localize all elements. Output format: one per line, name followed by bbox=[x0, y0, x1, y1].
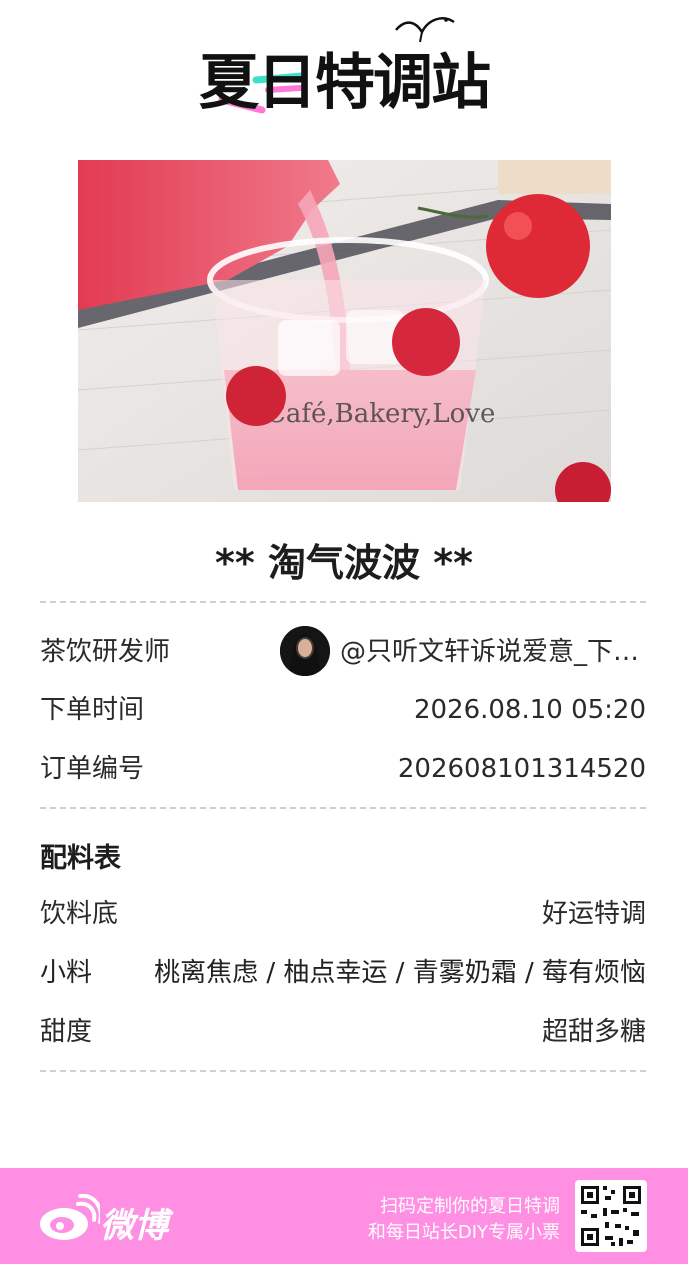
sweetness-row: 甜度 超甜多糖 bbox=[40, 1012, 646, 1052]
divider bbox=[40, 807, 646, 809]
order-number-row: 订单编号 202608101314520 bbox=[40, 749, 646, 789]
logo-title: 夏日特调站 bbox=[199, 48, 491, 118]
order-time-row: 下单时间 2026.08.10 05:20 bbox=[40, 690, 646, 730]
drink-title: ** 淘气波波 ** bbox=[215, 541, 473, 585]
divider bbox=[40, 601, 646, 603]
footer-tagline-line2: 和每日站长DIY专属小票 bbox=[367, 1222, 560, 1243]
logo-header: 夏日特调站 bbox=[0, 0, 688, 140]
weibo-logo-icon[interactable] bbox=[38, 1194, 100, 1242]
sweetness-value: 超甜多糖 bbox=[541, 1017, 646, 1047]
developer-label: 茶饮研发师 bbox=[40, 637, 171, 667]
order-time-label: 下单时间 bbox=[40, 695, 145, 725]
sweetness-label: 甜度 bbox=[40, 1017, 93, 1047]
avatar[interactable] bbox=[280, 626, 330, 676]
order-number-value: 202608101314520 bbox=[397, 754, 646, 784]
developer-row: 茶饮研发师 @只听文轩诉说爱意_下… bbox=[40, 626, 646, 676]
toppings-row: 小料 桃离焦虑 / 柚点幸运 / 青雾奶霜 / 莓有烦恼 bbox=[40, 953, 646, 993]
recipe-section-title: 配料表 bbox=[40, 843, 121, 874]
footer-tagline: 扫码定制你的夏日特调 和每日站长DIY专属小票 bbox=[368, 1194, 560, 1246]
toppings-value: 桃离焦虑 / 柚点幸运 / 青雾奶霜 / 莓有烦恼 bbox=[154, 958, 646, 988]
base-value: 好运特调 bbox=[541, 899, 646, 929]
footer-banner: 微博 扫码定制你的夏日特调 和每日站长DIY专属小票 bbox=[0, 1168, 688, 1264]
svg-text:Café,Bakery,Love: Café,Bakery,Love bbox=[266, 399, 495, 429]
developer-name-link[interactable]: @只听文轩诉说爱意_下… bbox=[340, 632, 646, 672]
order-number-label: 订单编号 bbox=[40, 754, 145, 784]
divider bbox=[40, 1070, 646, 1072]
footer-tagline-line1: 扫码定制你的夏日特调 bbox=[380, 1196, 560, 1217]
order-time-value: 2026.08.10 05:20 bbox=[413, 695, 646, 725]
drink-photo: Café,Bakery,Love bbox=[78, 160, 611, 502]
base-row: 饮料底 好运特调 bbox=[40, 894, 646, 934]
toppings-label: 小料 bbox=[40, 958, 93, 988]
weibo-brand-text: 微博 bbox=[100, 1206, 168, 1246]
qr-code-icon[interactable] bbox=[575, 1180, 647, 1252]
base-label: 饮料底 bbox=[40, 899, 119, 929]
